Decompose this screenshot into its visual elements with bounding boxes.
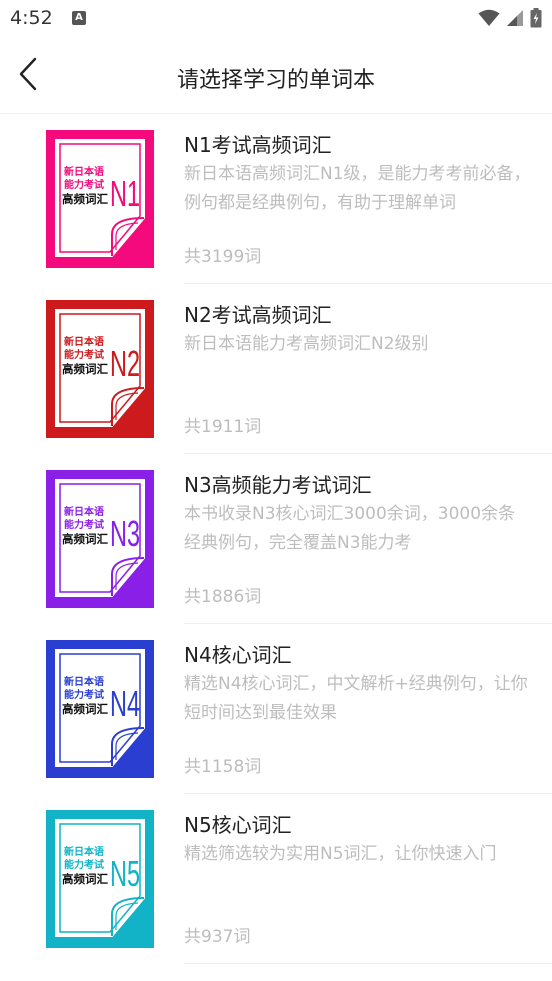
book-cover: 新日本语 能力考试 高频词汇 N5 [46, 810, 154, 948]
word-count: 共1911词 [184, 417, 262, 437]
cover-line-2: 能力考试 [64, 178, 104, 191]
book-list: 新日本语 能力考试 高频词汇 N1 N1考试高频词汇 新日本语高频词汇N1级，是… [0, 114, 552, 964]
word-count: 共937词 [184, 927, 251, 947]
book-item-n2[interactable]: 新日本语 能力考试 高频词汇 N2 N2考试高频词汇 新日本语能力考高频词汇N2… [0, 284, 552, 454]
book-cover: 新日本语 能力考试 高频词汇 N1 [46, 130, 154, 268]
book-title: N3高频能力考试词汇 [184, 473, 372, 497]
status-time: 4:52 [10, 7, 53, 29]
book-cover: 新日本语 能力考试 高频词汇 N3 [46, 470, 154, 608]
app-header: 请选择学习的单词本 [0, 38, 552, 114]
book-cover: 新日本语 能力考试 高频词汇 N2 [46, 300, 154, 438]
cover-line-2: 能力考试 [64, 858, 104, 871]
book-cover: 新日本语 能力考试 高频词汇 N4 [46, 640, 154, 778]
book-item-n1[interactable]: 新日本语 能力考试 高频词汇 N1 N1考试高频词汇 新日本语高频词汇N1级，是… [0, 114, 552, 284]
word-count: 共1158词 [184, 757, 262, 777]
book-title: N4核心词汇 [184, 643, 292, 667]
cover-line-3: 高频词汇 [62, 872, 108, 886]
divider [184, 963, 552, 964]
cover-line-1: 新日本语 [64, 165, 104, 178]
book-title: N1考试高频词汇 [184, 133, 332, 157]
cover-line-1: 新日本语 [64, 675, 104, 688]
cover-level: N3 [110, 513, 140, 554]
book-description: 精选N4核心词汇，中文解析+经典例句，让你短时间达到最佳效果 [184, 674, 528, 723]
book-description: 精选筛选较为实用N5词汇，让你快速入门 [184, 844, 497, 864]
cover-line-1: 新日本语 [64, 505, 104, 518]
book-item-n3[interactable]: 新日本语 能力考试 高频词汇 N3 N3高频能力考试词汇 本书收录N3核心词汇3… [0, 454, 552, 624]
system-icons [478, 8, 542, 28]
wifi-icon [478, 9, 500, 26]
book-item-n5[interactable]: 新日本语 能力考试 高频词汇 N5 N5核心词汇 精选筛选较为实用N5词汇，让你… [0, 794, 552, 964]
signal-icon [507, 10, 523, 26]
cover-line-3: 高频词汇 [62, 702, 108, 716]
cover-line-1: 新日本语 [64, 335, 104, 348]
cover-line-3: 高频词汇 [62, 362, 108, 376]
notification-icon: A [72, 11, 86, 25]
battery-icon [530, 8, 542, 28]
cover-line-1: 新日本语 [64, 845, 104, 858]
cover-line-2: 能力考试 [64, 348, 104, 361]
cover-level: N5 [110, 853, 140, 894]
book-item-n4[interactable]: 新日本语 能力考试 高频词汇 N4 N4核心词汇 精选N4核心词汇，中文解析+经… [0, 624, 552, 794]
cover-line-3: 高频词汇 [62, 192, 108, 206]
cover-level: N2 [110, 343, 140, 384]
cover-level: N1 [110, 173, 140, 214]
book-description: 新日本语高频词汇N1级，是能力考考前必备，例句都是经典例句，有助于理解单词 [184, 164, 531, 213]
book-title: N2考试高频词汇 [184, 303, 332, 327]
cover-line-3: 高频词汇 [62, 532, 108, 546]
book-description: 本书收录N3核心词汇3000余词，3000余条经典例句，完全覆盖N3能力考 [184, 504, 516, 553]
word-count: 共3199词 [184, 247, 262, 267]
status-bar: 4:52 A [0, 0, 552, 38]
cover-line-2: 能力考试 [64, 688, 104, 701]
book-description: 新日本语能力考高频词汇N2级别 [184, 334, 429, 354]
book-title: N5核心词汇 [184, 813, 292, 837]
cover-level: N4 [110, 683, 140, 724]
cover-line-2: 能力考试 [64, 518, 104, 531]
page-title: 请选择学习的单词本 [176, 68, 375, 93]
word-count: 共1886词 [184, 587, 262, 607]
